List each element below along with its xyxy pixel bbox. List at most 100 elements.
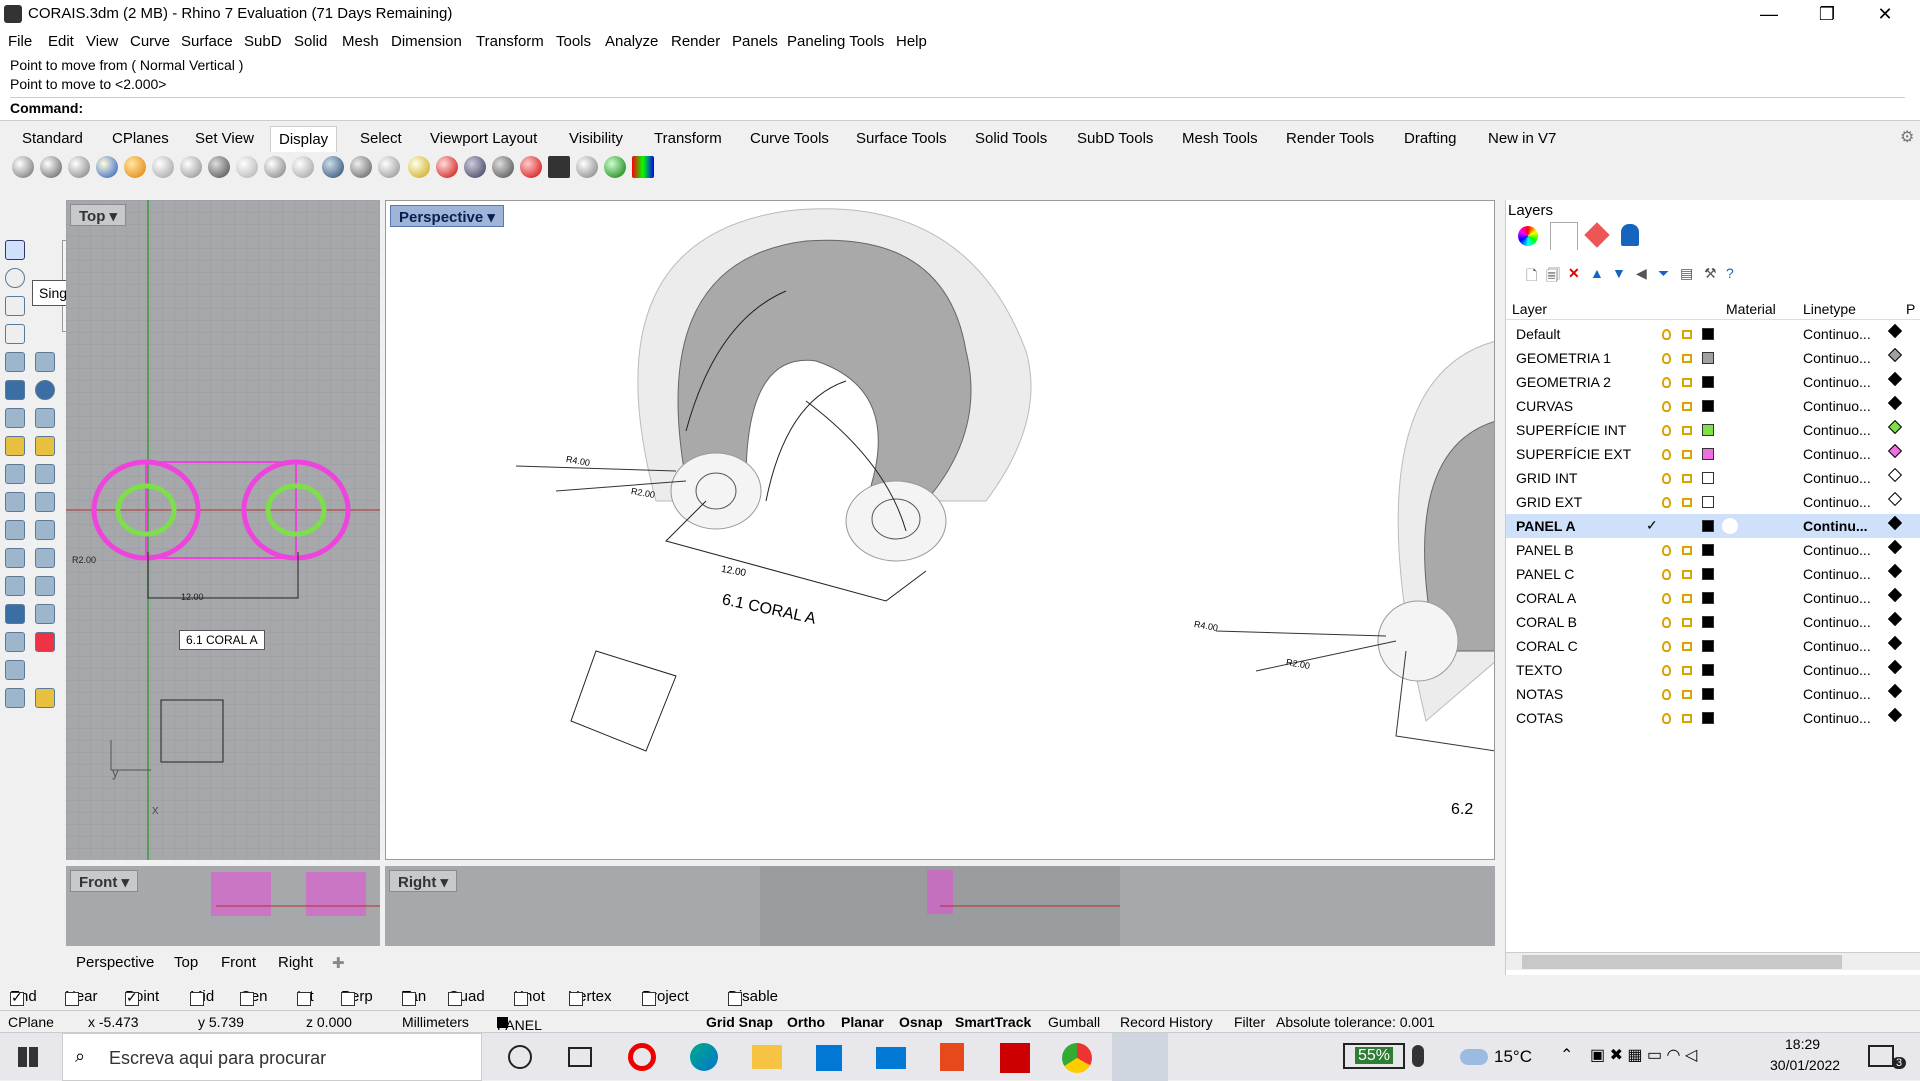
visibility-bulb-icon[interactable] <box>1662 353 1671 364</box>
layer-color-swatch[interactable] <box>1702 424 1714 436</box>
unlock-icon[interactable] <box>1682 594 1692 603</box>
print-color-icon[interactable] <box>1887 707 1903 723</box>
trim-icon[interactable] <box>5 548 25 568</box>
osnap-toggle[interactable]: Osnap <box>899 1014 943 1030</box>
technical-icon[interactable] <box>152 156 174 178</box>
layer-row[interactable]: PANEL A ✓ Continu... <box>1506 514 1920 538</box>
filter-icon[interactable]: ⏷ <box>1658 265 1669 282</box>
visibility-bulb-icon[interactable] <box>1662 497 1671 508</box>
tools-icon[interactable]: ⚒ <box>1704 265 1717 282</box>
analyze-icon[interactable] <box>5 660 25 680</box>
visibility-bulb-icon[interactable] <box>1662 473 1671 484</box>
fillet-icon[interactable] <box>35 520 55 540</box>
copy-icon[interactable] <box>35 576 55 596</box>
col-print[interactable]: P <box>1906 301 1915 317</box>
move-icon[interactable] <box>5 576 25 596</box>
osnap-mid[interactable]: Mid <box>190 988 214 1006</box>
split-icon[interactable] <box>35 548 55 568</box>
circle-icon[interactable] <box>5 268 25 288</box>
clock-time[interactable]: 18:29 <box>1785 1036 1820 1052</box>
sphere-icon[interactable] <box>35 380 55 400</box>
windows-start-icon[interactable] <box>18 1047 38 1067</box>
surface-icon[interactable] <box>35 352 55 372</box>
menu-subd[interactable]: SubD <box>244 33 282 50</box>
weather-icon[interactable] <box>1460 1049 1488 1065</box>
material-icon[interactable] <box>35 688 55 708</box>
layer-linetype[interactable]: Continuo... <box>1803 398 1871 414</box>
col-material[interactable]: Material <box>1726 301 1776 317</box>
checkbox[interactable] <box>10 989 24 1006</box>
ortho-toggle[interactable]: Ortho <box>787 1014 825 1030</box>
visibility-bulb-icon[interactable] <box>1662 377 1671 388</box>
tab-select[interactable]: Select <box>360 130 402 147</box>
menu-surface[interactable]: Surface <box>181 33 233 50</box>
layer-color-swatch[interactable] <box>1702 592 1714 604</box>
print-color-icon[interactable] <box>1887 683 1903 699</box>
tab-viewport-layout[interactable]: Viewport Layout <box>430 130 537 147</box>
front-viewport[interactable]: Front ▾ <box>66 866 380 946</box>
unlock-icon[interactable] <box>1682 714 1692 723</box>
display-tab-icon[interactable] <box>1584 222 1610 248</box>
temperature[interactable]: 15°C <box>1494 1047 1532 1067</box>
select-arrow-icon[interactable] <box>5 206 25 226</box>
print-color-icon[interactable] <box>1887 467 1903 483</box>
layer-row[interactable]: GEOMETRIA 1 Continuo... <box>1506 346 1920 370</box>
visibility-bulb-icon[interactable] <box>1662 425 1671 436</box>
osnap-point[interactable]: Point <box>125 988 159 1006</box>
clipping-icon[interactable] <box>492 156 514 178</box>
arc-icon[interactable] <box>5 324 25 344</box>
layer-color-swatch[interactable] <box>1702 472 1714 484</box>
layer-linetype[interactable]: Continuo... <box>1803 566 1871 582</box>
notification-center-icon[interactable] <box>1868 1045 1894 1067</box>
unlock-icon[interactable] <box>1682 426 1692 435</box>
layer-row[interactable]: GEOMETRIA 2 Continuo... <box>1506 370 1920 394</box>
layer-color-swatch[interactable] <box>1702 328 1714 340</box>
unlock-icon[interactable] <box>1682 474 1692 483</box>
layers-tab-icon[interactable] <box>1550 222 1578 250</box>
color-grid-icon[interactable] <box>632 156 654 178</box>
chrome-icon[interactable] <box>1062 1043 1092 1073</box>
move-up-icon[interactable]: ▲ <box>1590 265 1604 281</box>
visibility-bulb-icon[interactable] <box>1662 545 1671 556</box>
unlock-icon[interactable] <box>1682 546 1692 555</box>
unlock-icon[interactable] <box>1682 450 1692 459</box>
layer-row[interactable]: GRID INT Continuo... <box>1506 466 1920 490</box>
layer-color-swatch[interactable] <box>1702 616 1714 628</box>
tab-transform[interactable]: Transform <box>654 130 722 147</box>
menu-help[interactable]: Help <box>896 33 927 50</box>
layer-linetype[interactable]: Continuo... <box>1803 590 1871 606</box>
grid-snap-toggle[interactable]: Grid Snap <box>706 1014 773 1030</box>
osnap-vertex[interactable]: Vertex <box>569 988 612 1006</box>
checkbox[interactable] <box>297 992 311 1006</box>
checkbox[interactable] <box>190 992 204 1006</box>
layer-color-swatch[interactable] <box>1702 352 1714 364</box>
layer-color-swatch[interactable] <box>1702 448 1714 460</box>
layer-row[interactable]: Default Continuo... <box>1506 322 1920 346</box>
layer-linetype[interactable]: Continuo... <box>1803 614 1871 630</box>
close-button[interactable]: ✕ <box>1856 0 1914 28</box>
layer-linetype[interactable]: Continuo... <box>1803 542 1871 558</box>
tab-surface-tools[interactable]: Surface Tools <box>856 130 947 147</box>
monitor-icon[interactable] <box>548 156 570 178</box>
layer-linetype[interactable]: Continuo... <box>1803 350 1871 366</box>
cortana-icon[interactable] <box>508 1045 532 1069</box>
unlock-icon[interactable] <box>1682 354 1692 363</box>
layer-row[interactable]: GRID EXT Continuo... <box>1506 490 1920 514</box>
menu-transform[interactable]: Transform <box>476 33 544 50</box>
properties-icon[interactable] <box>1518 226 1538 246</box>
tray-icons[interactable]: ▣ ✖ ▦ ▭ ◠ ◁ <box>1590 1045 1697 1065</box>
units-label[interactable]: Millimeters <box>402 1014 469 1030</box>
menu-edit[interactable]: Edit <box>48 33 74 50</box>
tab-top[interactable]: Top <box>174 954 198 971</box>
layer-row[interactable]: CORAL C Continuo... <box>1506 634 1920 658</box>
layer-row[interactable]: SUPERFÍCIE INT Continuo... <box>1506 418 1920 442</box>
material-swatch[interactable] <box>1722 518 1738 534</box>
menu-paneling-tools[interactable]: Paneling Tools <box>787 33 884 50</box>
checkmark-icon[interactable] <box>35 660 55 680</box>
restore-button[interactable]: ❐ <box>1798 0 1856 28</box>
battery-indicator[interactable]: 55% <box>1343 1043 1405 1069</box>
unlock-icon[interactable] <box>1682 498 1692 507</box>
visibility-bulb-icon[interactable] <box>1662 569 1671 580</box>
print-color-icon[interactable] <box>1887 443 1903 459</box>
light-bulb-icon[interactable] <box>35 436 55 456</box>
